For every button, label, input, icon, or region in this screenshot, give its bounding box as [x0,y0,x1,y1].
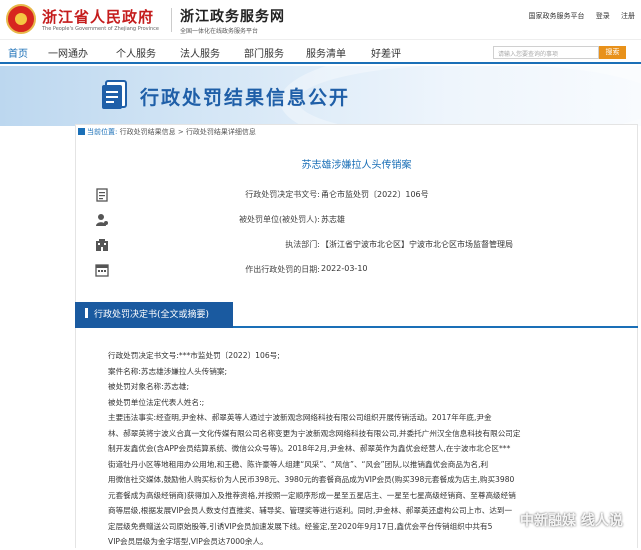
nav-home[interactable]: 首页 [8,45,28,60]
register-link[interactable]: 注册 [621,12,635,20]
breadcrumb-item-detail[interactable]: 行政处罚结果详细信息 [186,128,256,136]
field-row-department: 执法部门: 【浙江省宁波市北仑区】宁波市北仑区市场监督管理局 [75,235,638,258]
national-emblem-icon [6,4,36,34]
field-label: 被处罚单位(被处罚人): [239,215,320,224]
nav-department[interactable]: 部门服务 [244,45,284,60]
watermark-text: 中新融媒 线人说 [520,513,623,529]
field-label: 执法部门: [285,240,320,249]
calendar-icon [95,264,109,277]
breadcrumb-home: 当前位置: [87,128,118,136]
header-divider [171,8,172,32]
field-row-decision-number: 行政处罚决定书文号: 甬仑市监处罚〔2022〕106号 [75,185,638,208]
case-title: 苏志雄涉嫌拉人头传销案 [301,160,412,171]
person-icon [96,214,108,226]
field-value: 2022-03-10 [321,264,368,273]
document-stack-icon [102,80,127,109]
body-line: 行政处罚决定书文号:***市监处罚〔2022〕106号; [108,351,280,360]
breadcrumb-item-results[interactable]: 行政处罚结果信息 [120,128,176,136]
body-line: 案件名称:苏志雄涉嫌拉人头传销案; [108,366,228,376]
gov-title[interactable]: 浙江省人民政府 [42,6,154,27]
breadcrumb: 当前位置: 行政处罚结果信息 > 行政处罚结果详细信息 [78,127,256,137]
document-icon [96,188,108,202]
home-icon [78,128,85,135]
body-line: 用微信社交媒体,鼓励他人购买标价为人民币398元、3980元的套餐商品成为VIP… [108,475,515,484]
login-link[interactable]: 登录 [596,12,610,20]
body-line: 被处罚单位法定代表人姓名:; [108,397,205,407]
body-line: VIP会员层级为金字塔型,VIP会员达7000余人。 [108,537,268,546]
service-subtitle: 全国一体化在线政务服务平台 [180,28,259,35]
field-value: 【浙江省宁波市北仑区】宁波市北仑区市场监督管理局 [321,240,513,249]
field-label: 作出行政处罚的日期: [245,265,320,274]
national-platform-link[interactable]: 国家政务服务平台 [529,12,585,20]
top-links: 国家政务服务平台 登录 注册 [520,11,635,21]
banner-title: 行政处罚结果信息公开 [140,87,351,109]
breadcrumb-separator: > [177,128,184,136]
field-value: 甬仑市监处罚〔2022〕106号 [321,190,429,199]
field-row-date: 作出行政处罚的日期: 2022-03-10 [75,260,638,283]
top-header: 浙江省人民政府 The People's Government of Zheji… [0,0,641,40]
nav-service-list[interactable]: 服务清单 [306,45,346,60]
field-row-penalized-party: 被处罚单位(被处罚人): 苏志雄 [75,210,638,233]
building-icon [96,239,108,251]
body-line: 林、郝翠英将宁波义合真一文化传媒有限公司名称变更为宁波新观念网络科技有限公司,并… [108,428,521,438]
nav-one-stop[interactable]: 一网通办 [48,45,88,60]
body-line: 制开发鑫优会(含APP会员结算系统、微信公众号等)。2018年2月,尹金林、郝翠… [108,444,511,453]
service-title[interactable]: 浙江政务服务网 [180,6,285,26]
gov-subtitle: The People's Government of Zhejiang Prov… [42,26,159,32]
page-banner: 行政处罚结果信息公开 [0,66,641,126]
search-button[interactable]: 搜索 [599,46,626,59]
search-input[interactable]: 请输入您要查询的事项 [493,46,599,59]
body-line: 街道牡丹小区等地租用办公用地,和王稳、陈许豪等人组建“风采”、“风信”、“风会”… [108,459,489,469]
body-line: 主要违法事实:经查明,尹金林、郝翠英等人通过宁波新观念网络科技有限公司组织开展传… [108,413,492,422]
field-value: 苏志雄 [321,215,345,224]
tab-decision-fulltext[interactable]: 行政处罚决定书(全文或摘要) [75,302,233,328]
field-label: 行政处罚决定书文号: [245,190,320,199]
nav-rating[interactable]: 好差评 [371,45,401,60]
nav-corporate[interactable]: 法人服务 [180,45,220,60]
body-line: 被处罚对象名称:苏志雄; [108,382,190,391]
body-line: 元套餐成为高级经销商)获得加入及推荐资格,并按照一定顺序形成一星至五星店主、一星… [108,490,516,500]
nav-personal[interactable]: 个人服务 [116,45,156,60]
